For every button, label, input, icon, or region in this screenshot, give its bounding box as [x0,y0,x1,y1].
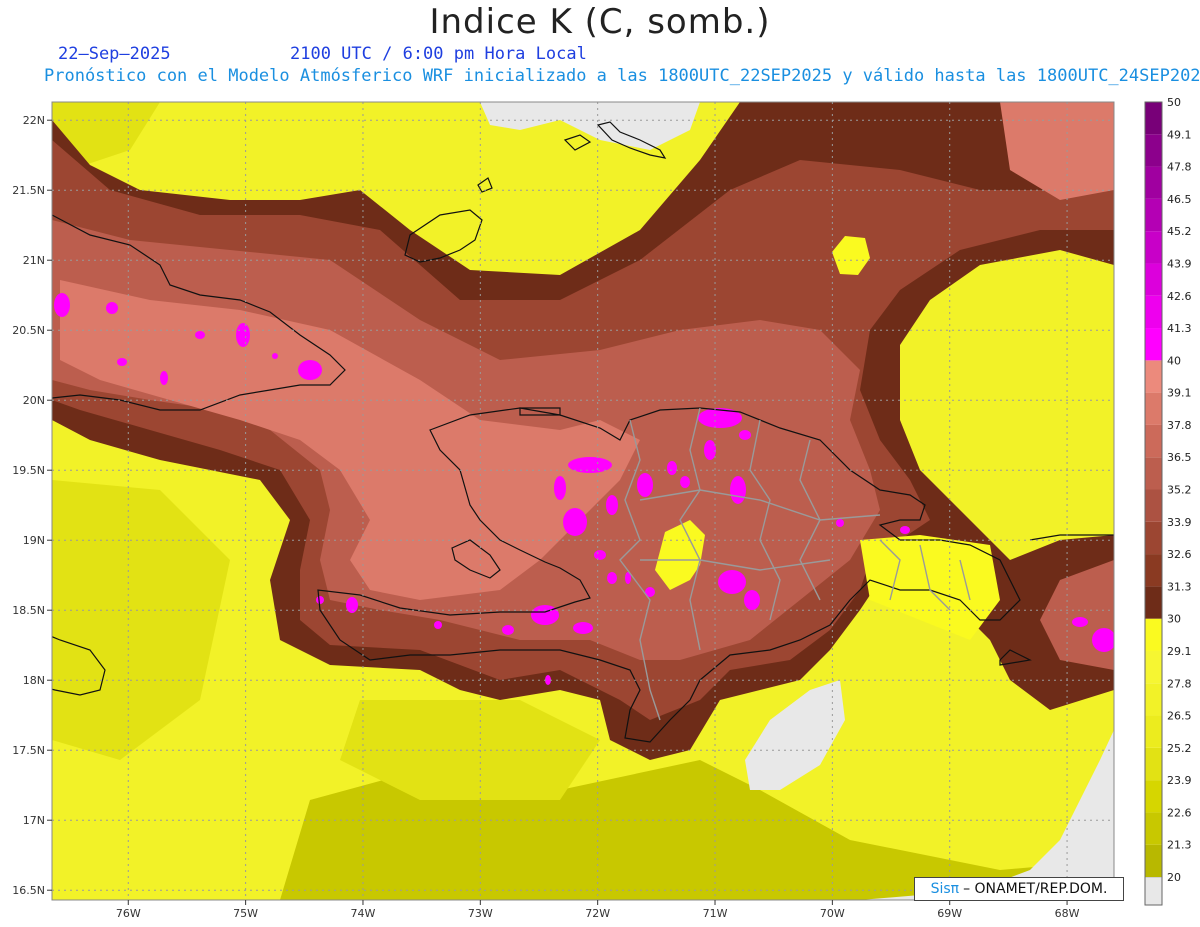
lon-tick-label: 73W [468,907,493,920]
colorbar-swatch [1145,457,1162,490]
colorbar-level-label: 46.5 [1167,193,1192,206]
colorbar-level-label: 31.3 [1167,580,1192,593]
colorbar-level-label: 40 [1167,354,1181,367]
lon-tick-label: 75W [233,907,258,920]
credit-text: – ONAMET/REP.DOM. [963,881,1108,897]
colorbar-swatch [1145,489,1162,522]
colorbar-level-label: 49.1 [1167,128,1192,141]
colorbar-swatch [1145,392,1162,425]
colorbar-swatch [1145,166,1162,199]
colorbar-level-label: 47.8 [1167,161,1192,174]
lat-tick-label: 16.5N [12,884,45,897]
colorbar-swatch [1145,231,1162,264]
colorbar-level-label: 39.1 [1167,387,1192,400]
colorbar-swatch [1145,554,1162,587]
colorbar-level-label: 43.9 [1167,257,1192,270]
colorbar-legend: 20 21.3 22.6 23.9 25.2 26.5 27.8 29.1 30 31.3 32.6… [1144,96,1192,906]
colorbar-level-label: 42.6 [1167,290,1192,303]
colorbar-swatch [1145,360,1162,393]
colorbar-level-label: 27.8 [1167,677,1192,690]
colorbar-swatch [1145,780,1162,813]
colorbar-level-label: 37.8 [1167,419,1192,432]
colorbar-swatch [1145,812,1162,845]
colorbar-level-label: 22.6 [1167,806,1192,819]
colorbar-swatch [1145,521,1162,555]
colorbar-level-label: 45.2 [1167,225,1192,238]
sispi-logo-text: Sisπ [930,881,960,897]
colorbar-level-label: 50 [1167,96,1181,109]
longitude-axis: 76W 75W 74W 73W 72W 71W 70W 69W 68W [116,900,1080,920]
colorbar-level-label: 26.5 [1167,710,1192,723]
lat-tick-label: 18N [23,674,45,687]
lat-tick-label: 21N [23,254,45,267]
colorbar-swatch [1145,424,1162,458]
colorbar-level-label: 30 [1167,613,1181,626]
lat-tick-label: 19.5N [12,464,45,477]
colorbar-swatch [1145,198,1162,232]
colorbar-swatch [1145,295,1162,329]
colorbar-swatch [1145,328,1162,361]
lat-tick-label: 22N [23,114,45,127]
colorbar-level-label: 29.1 [1167,645,1192,658]
colorbar-level-label: 21.3 [1167,839,1192,852]
lat-tick-label: 20N [23,394,45,407]
lon-tick-label: 72W [585,907,610,920]
lat-tick-label: 19N [23,534,45,547]
colorbar-missing-swatch [1144,876,1163,906]
colorbar-level-label: 23.9 [1167,774,1192,787]
colorbar-level-label: 32.6 [1167,548,1192,561]
colorbar-swatch [1145,844,1162,877]
lat-tick-label: 18.5N [12,604,45,617]
colorbar-swatch [1145,102,1162,135]
colorbar-swatch [1145,747,1162,781]
lon-tick-label: 71W [703,907,728,920]
lon-tick-label: 76W [116,907,141,920]
lat-tick-label: 21.5N [12,184,45,197]
lon-tick-label: 69W [937,907,962,920]
colorbar-level-label: 36.5 [1167,451,1192,464]
colorbar-level-label: 35.2 [1167,484,1192,497]
colorbar-swatch [1145,618,1162,651]
lat-tick-label: 17N [23,814,45,827]
colorbar-level-label: 33.9 [1167,516,1192,529]
lon-tick-label: 74W [351,907,376,920]
lat-tick-label: 20.5N [12,324,45,337]
colorbar-swatch [1145,650,1162,684]
k-index-map: 22N 21.5N 21N 20.5N 20N 19.5N 19N 18.5N 18N 17.5N… [12,96,1192,920]
colorbar-swatch [1145,586,1162,619]
colorbar-swatch [1145,715,1162,748]
colorbar-level-label: 20 [1167,871,1181,884]
colorbar-swatch [1145,683,1162,716]
colorbar-level-label: 25.2 [1167,742,1192,755]
credit-box: Sisπ – ONAMET/REP.DOM. [914,877,1124,901]
lat-tick-label: 17.5N [12,744,45,757]
colorbar-swatch [1145,134,1162,167]
latitude-axis: 22N 21.5N 21N 20.5N 20N 19.5N 19N 18.5N 18N 17.5N… [12,114,52,897]
lon-tick-label: 70W [820,907,845,920]
colorbar-level-label: 41.3 [1167,322,1192,335]
lon-tick-label: 68W [1055,907,1080,920]
colorbar-swatch [1145,263,1162,296]
